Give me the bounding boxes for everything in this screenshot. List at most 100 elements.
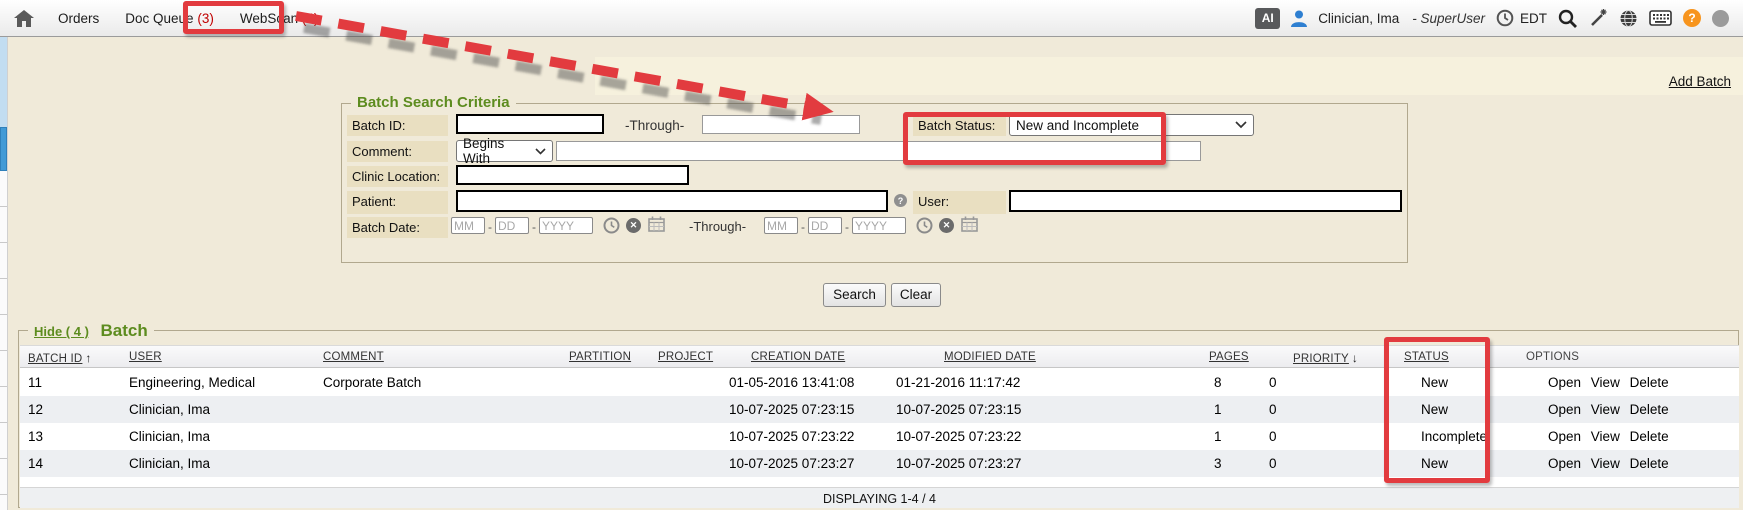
view-link[interactable]: View <box>1591 402 1620 417</box>
comment-input[interactable] <box>556 141 1201 161</box>
chevron-down-icon <box>535 148 546 155</box>
batch-search-criteria-title: Batch Search Criteria <box>351 94 516 111</box>
user-name[interactable]: Clinician, Ima <box>1318 11 1399 26</box>
column-header-comment[interactable]: COMMENT <box>323 351 384 363</box>
table-row: 12 Clinician, Ima 10-07-2025 07:23:15 10… <box>20 396 1739 423</box>
open-link[interactable]: Open <box>1548 429 1581 444</box>
clinic-location-input[interactable] <box>456 165 689 185</box>
view-link[interactable]: View <box>1591 375 1620 390</box>
column-header-label: PRIORITY <box>1293 353 1349 365</box>
nav-webscan-label: WebScan <box>240 11 298 26</box>
batch-status-label: Batch Status: <box>913 115 1006 136</box>
column-header-pages[interactable]: PAGES <box>1209 351 1249 363</box>
nav-tab-webscan[interactable]: WebScan (4) <box>240 11 319 26</box>
patient-input[interactable] <box>456 190 888 212</box>
delete-link[interactable]: Delete <box>1630 429 1669 444</box>
table-row: 13 Clinician, Ima 10-07-2025 07:23:22 10… <box>20 423 1739 450</box>
column-header-priority[interactable]: PRIORITY↓ <box>1293 351 1358 365</box>
batch-panel-title: Batch <box>101 321 148 340</box>
comment-operator-select[interactable]: Begins With <box>456 140 553 162</box>
clock-icon <box>1496 9 1514 27</box>
cell-creation-date: 01-05-2016 13:41:08 <box>729 375 854 390</box>
cell-options: Open View Delete <box>1548 402 1675 417</box>
batch-date-to-mm-input[interactable] <box>764 217 798 234</box>
cell-batch-id: 12 <box>28 402 43 417</box>
wand-icon[interactable] <box>1588 8 1608 28</box>
patient-label: Patient: <box>347 191 448 214</box>
clear-date-icon[interactable]: ✕ <box>626 218 641 233</box>
open-link[interactable]: Open <box>1548 375 1581 390</box>
cell-creation-date: 10-07-2025 07:23:22 <box>729 429 854 444</box>
time-picker-icon[interactable] <box>603 217 620 234</box>
hide-link[interactable]: Hide ( 4 ) <box>34 324 89 339</box>
cell-batch-id: 14 <box>28 456 43 471</box>
nav-tab-doc-queue[interactable]: Doc Queue (3) <box>125 11 214 26</box>
globe-icon[interactable] <box>1619 9 1638 28</box>
clear-date-icon[interactable]: ✕ <box>939 218 954 233</box>
search-button[interactable]: Search <box>823 283 886 307</box>
top-nav-bar: Orders Doc Queue (3) WebScan (4) AI Clin… <box>0 0 1743 37</box>
delete-link[interactable]: Delete <box>1630 402 1669 417</box>
cell-user: Clinician, Ima <box>129 402 210 417</box>
cell-user: Engineering, Medical <box>129 375 255 390</box>
help-icon[interactable]: ? <box>1683 9 1701 27</box>
open-link[interactable]: Open <box>1548 456 1581 471</box>
batch-date-label: Batch Date: <box>347 217 448 238</box>
view-link[interactable]: View <box>1591 429 1620 444</box>
date-dash: - <box>845 220 849 234</box>
date-dash: - <box>532 220 536 234</box>
cell-modified-date: 10-07-2025 07:23:22 <box>896 429 1021 444</box>
left-scroll-track[interactable] <box>0 37 7 129</box>
column-header-creation-date[interactable]: CREATION DATE <box>751 351 845 363</box>
cell-pages: 1 <box>1214 429 1222 444</box>
column-header-modified-date[interactable]: MODIFIED DATE <box>944 351 1036 363</box>
time-picker-icon[interactable] <box>916 217 933 234</box>
batch-date-to-dd-input[interactable] <box>808 217 842 234</box>
batch-date-from-mm-input[interactable] <box>451 217 485 234</box>
column-header-user[interactable]: USER <box>129 351 162 363</box>
column-header-partition[interactable]: PARTITION <box>569 351 631 363</box>
delete-link[interactable]: Delete <box>1630 375 1669 390</box>
cell-options: Open View Delete <box>1548 375 1675 390</box>
nav-webscan-count: (4) <box>302 11 319 26</box>
table-row: 14 Clinician, Ima 10-07-2025 07:23:27 10… <box>20 450 1739 477</box>
nav-tab-orders[interactable]: Orders <box>58 11 99 26</box>
batch-status-select[interactable]: New and Incomplete <box>1009 114 1254 136</box>
open-link[interactable]: Open <box>1548 402 1581 417</box>
add-batch-link[interactable]: Add Batch <box>1669 74 1731 89</box>
batch-date-to-yyyy-input[interactable] <box>852 217 906 234</box>
column-header-batch-id[interactable]: BATCH ID↑ <box>28 351 92 365</box>
calendar-icon[interactable] <box>648 216 665 232</box>
keyboard-icon[interactable] <box>1649 10 1672 26</box>
table-header-row: BATCH ID↑ USER COMMENT PARTITION PROJECT… <box>20 345 1739 368</box>
date-dash: - <box>801 220 805 234</box>
cell-batch-id: 13 <box>28 429 43 444</box>
batch-date-from-dd-input[interactable] <box>495 217 529 234</box>
cell-user: Clinician, Ima <box>129 429 210 444</box>
timezone-label: EDT <box>1520 11 1547 26</box>
ai-badge[interactable]: AI <box>1255 8 1280 29</box>
delete-link[interactable]: Delete <box>1630 456 1669 471</box>
nav-left-group: Orders Doc Queue (3) WebScan (4) <box>14 0 344 36</box>
table-row: 11 Engineering, Medical Corporate Batch … <box>20 369 1739 396</box>
cell-modified-date: 10-07-2025 07:23:27 <box>896 456 1021 471</box>
column-header-project[interactable]: PROJECT <box>658 351 713 363</box>
left-scroll-thumb[interactable] <box>0 127 7 171</box>
column-header-status[interactable]: STATUS <box>1404 351 1449 363</box>
status-dot-icon <box>1712 10 1729 27</box>
column-header-options: OPTIONS <box>1526 351 1579 363</box>
calendar-icon[interactable] <box>961 216 978 232</box>
batch-id-to-input[interactable] <box>702 115 860 134</box>
batch-results-panel: Hide ( 4 ) Batch BATCH ID↑ USER COMMENT … <box>18 330 1739 508</box>
patient-help-icon[interactable]: ? <box>894 194 907 207</box>
user-input[interactable] <box>1009 190 1402 212</box>
batch-id-from-input[interactable] <box>456 114 604 134</box>
search-icon[interactable] <box>1558 9 1577 28</box>
home-icon[interactable] <box>14 10 34 27</box>
batch-date-from-yyyy-input[interactable] <box>539 217 593 234</box>
clear-button[interactable]: Clear <box>891 283 941 307</box>
sort-asc-icon: ↑ <box>85 351 91 365</box>
header-band <box>595 57 1743 95</box>
view-link[interactable]: View <box>1591 456 1620 471</box>
nav-doc-queue-count: (3) <box>197 11 214 26</box>
